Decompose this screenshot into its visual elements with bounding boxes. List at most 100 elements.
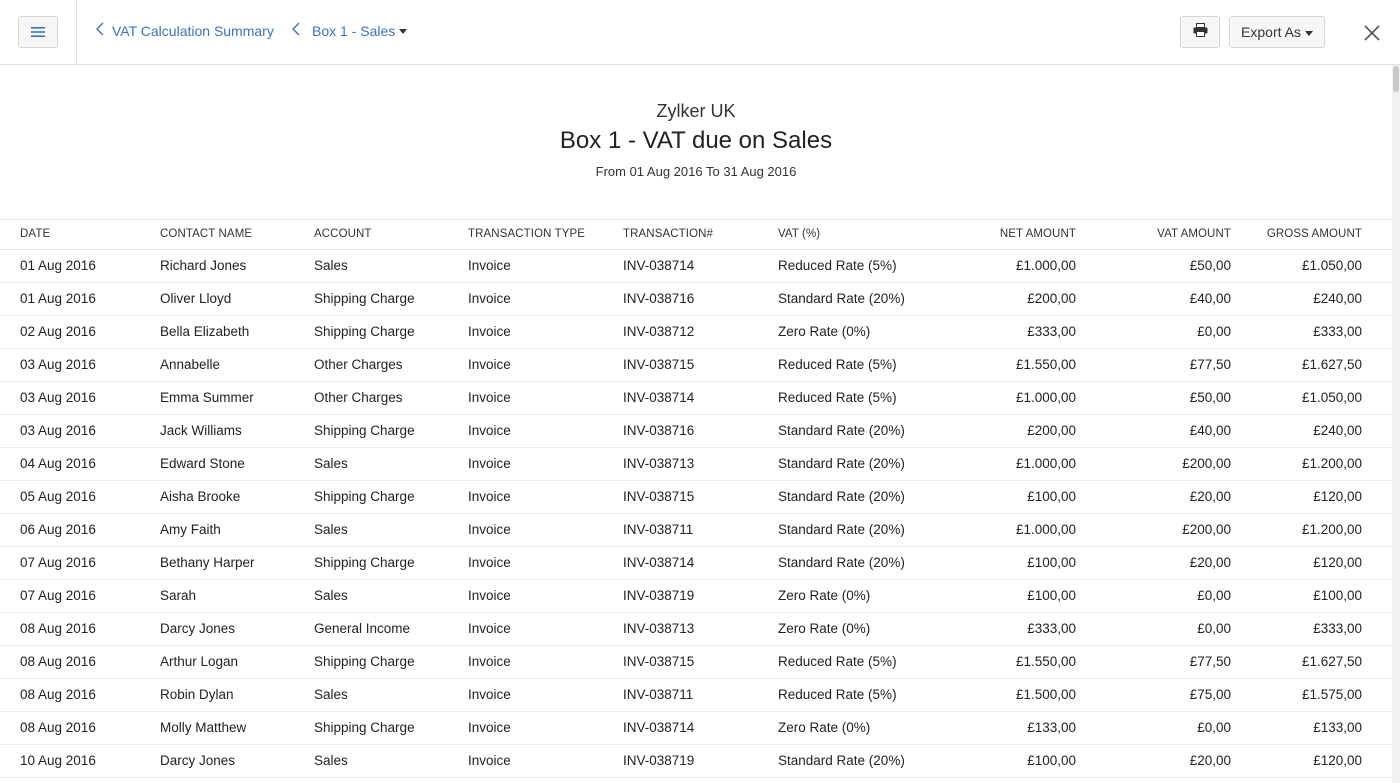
- close-button[interactable]: [1361, 22, 1383, 44]
- scrollbar-thumb[interactable]: [1393, 66, 1399, 92]
- cell-net-amount: £1.000,00: [1015, 258, 1076, 273]
- column-header-gross-amount[interactable]: GROSS AMOUNT: [1267, 228, 1362, 240]
- table-header-row: DATE CONTACT NAME ACCOUNT TRANSACTION TY…: [0, 219, 1392, 250]
- cell-transaction-number-link[interactable]: INV-038711: [623, 687, 693, 702]
- column-header-net-amount[interactable]: NET AMOUNT: [1000, 228, 1076, 240]
- cell-contact-name-link[interactable]: Annabelle: [160, 357, 220, 372]
- cell-contact-name-link[interactable]: Oliver Lloyd: [160, 291, 231, 306]
- table-row: 07 Aug 2016 Bethany Harper Shipping Charge…: [0, 547, 1392, 580]
- cell-contact-name-link[interactable]: Amy Faith: [160, 522, 221, 537]
- cell-account: Other Charges: [314, 357, 403, 372]
- breadcrumb-parent-label: VAT Calculation Summary: [112, 22, 274, 39]
- breadcrumb-current-dropdown[interactable]: Box 1 - Sales: [292, 22, 408, 39]
- cell-contact-name-link[interactable]: Robin Dylan: [160, 687, 234, 702]
- cell-transaction-number-link[interactable]: INV-038713: [623, 621, 694, 636]
- cell-contact-name-link[interactable]: Darcy Jones: [160, 621, 235, 636]
- cell-transaction-number-link[interactable]: INV-038715: [623, 654, 694, 669]
- cell-transaction-type: Invoice: [468, 456, 511, 471]
- cell-contact-name-link[interactable]: Edward Stone: [160, 456, 245, 471]
- cell-transaction-number-link[interactable]: INV-038712: [623, 324, 694, 339]
- export-as-dropdown[interactable]: Export As: [1229, 16, 1325, 48]
- cell-contact-name-link[interactable]: Bethany Harper: [160, 555, 255, 570]
- cell-vat-amount: £200,00: [1182, 456, 1231, 471]
- cell-contact-name-link[interactable]: Emma Summer: [160, 390, 254, 405]
- cell-vat-percent: Zero Rate (0%): [778, 720, 871, 735]
- cell-transaction-type: Invoice: [468, 720, 511, 735]
- cell-gross-amount: £1.627,50: [1301, 357, 1362, 372]
- cell-account: Shipping Charge: [314, 654, 415, 669]
- cell-net-amount: £100,00: [1027, 588, 1076, 603]
- cell-transaction-number-link[interactable]: INV-038716: [623, 291, 694, 306]
- cell-date: 07 Aug 2016: [20, 588, 96, 603]
- cell-contact-name-link[interactable]: Molly Matthew: [160, 720, 246, 735]
- cell-gross-amount: £120,00: [1313, 555, 1362, 570]
- cell-gross-amount: £1.627,50: [1301, 654, 1362, 669]
- cell-transaction-number-link[interactable]: INV-038715: [623, 489, 694, 504]
- column-header-contact-name[interactable]: CONTACT NAME: [160, 228, 252, 240]
- cell-contact-name-link[interactable]: Bella Elizabeth: [160, 324, 249, 339]
- cell-transaction-number-link[interactable]: INV-038714: [623, 555, 694, 570]
- cell-account: Shipping Charge: [314, 324, 415, 339]
- cell-vat-amount: £0,00: [1197, 621, 1231, 636]
- caret-down-icon: [399, 29, 408, 34]
- column-header-date[interactable]: DATE: [20, 228, 50, 240]
- toolbar-divider: [76, 0, 77, 65]
- cell-contact-name-link[interactable]: Darcy Jones: [160, 753, 235, 768]
- cell-vat-amount: £200,00: [1182, 522, 1231, 537]
- cell-vat-percent: Standard Rate (20%): [778, 291, 905, 306]
- cell-vat-percent: Zero Rate (0%): [778, 621, 871, 636]
- column-header-transaction-type[interactable]: TRANSACTION TYPE: [468, 228, 585, 240]
- menu-button[interactable]: [18, 16, 58, 48]
- cell-vat-amount: £0,00: [1197, 324, 1231, 339]
- column-header-vat-percent[interactable]: VAT (%): [778, 228, 820, 240]
- vertical-scrollbar[interactable]: [1392, 65, 1400, 783]
- cell-contact-name-link[interactable]: Arthur Logan: [160, 654, 238, 669]
- cell-account: Sales: [314, 687, 348, 702]
- top-toolbar: VAT Calculation Summary Box 1 - Sales Ex…: [0, 0, 1400, 65]
- column-header-vat-amount[interactable]: VAT AMOUNT: [1157, 228, 1231, 240]
- cell-date: 03 Aug 2016: [20, 390, 96, 405]
- cell-vat-percent: Standard Rate (20%): [778, 555, 905, 570]
- cell-transaction-number-link[interactable]: INV-038716: [623, 423, 694, 438]
- print-button[interactable]: [1180, 16, 1220, 48]
- cell-transaction-number-link[interactable]: INV-038714: [623, 390, 694, 405]
- cell-contact-name-link[interactable]: Jack Williams: [160, 423, 242, 438]
- cell-transaction-number-link[interactable]: INV-038719: [623, 588, 694, 603]
- cell-vat-amount: £20,00: [1189, 753, 1231, 768]
- cell-vat-amount: £0,00: [1197, 588, 1231, 603]
- cell-net-amount: £1.000,00: [1015, 390, 1076, 405]
- cell-account: Shipping Charge: [314, 555, 415, 570]
- cell-account: Shipping Charge: [314, 720, 415, 735]
- cell-net-amount: £1.000,00: [1015, 522, 1076, 537]
- cell-contact-name-link[interactable]: Sarah: [160, 588, 196, 603]
- cell-transaction-type: Invoice: [468, 258, 511, 273]
- table-row: 08 Aug 2016 Arthur Logan Shipping Charge In…: [0, 646, 1392, 679]
- cell-gross-amount: £133,00: [1313, 720, 1362, 735]
- cell-transaction-number-link[interactable]: INV-038715: [623, 357, 694, 372]
- cell-transaction-number-link[interactable]: INV-038713: [623, 456, 694, 471]
- cell-contact-name-link[interactable]: Richard Jones: [160, 258, 246, 273]
- cell-gross-amount: £333,00: [1313, 324, 1362, 339]
- cell-vat-percent: Reduced Rate (5%): [778, 654, 897, 669]
- breadcrumb-parent-link[interactable]: VAT Calculation Summary: [96, 22, 274, 39]
- cell-vat-percent: Reduced Rate (5%): [778, 390, 897, 405]
- cell-net-amount: £200,00: [1027, 423, 1076, 438]
- cell-transaction-number-link[interactable]: INV-038711: [623, 522, 693, 537]
- cell-transaction-number-link[interactable]: INV-038719: [623, 753, 694, 768]
- cell-contact-name-link[interactable]: Aisha Brooke: [160, 489, 240, 504]
- cell-account: Shipping Charge: [314, 291, 415, 306]
- cell-net-amount: £100,00: [1027, 555, 1076, 570]
- cell-transaction-number-link[interactable]: INV-038714: [623, 720, 694, 735]
- column-header-account[interactable]: ACCOUNT: [314, 228, 372, 240]
- table-row: 03 Aug 2016 Emma Summer Other Charges Invoi…: [0, 382, 1392, 415]
- cell-transaction-type: Invoice: [468, 654, 511, 669]
- column-header-transaction-number[interactable]: TRANSACTION#: [623, 228, 713, 240]
- cell-transaction-number-link[interactable]: INV-038714: [623, 258, 694, 273]
- cell-account: Sales: [314, 522, 348, 537]
- cell-gross-amount: £240,00: [1313, 423, 1362, 438]
- cell-vat-amount: £75,00: [1189, 687, 1231, 702]
- cell-transaction-type: Invoice: [468, 621, 511, 636]
- cell-vat-amount: £50,00: [1189, 258, 1231, 273]
- cell-date: 03 Aug 2016: [20, 357, 96, 372]
- cell-date: 06 Aug 2016: [20, 522, 96, 537]
